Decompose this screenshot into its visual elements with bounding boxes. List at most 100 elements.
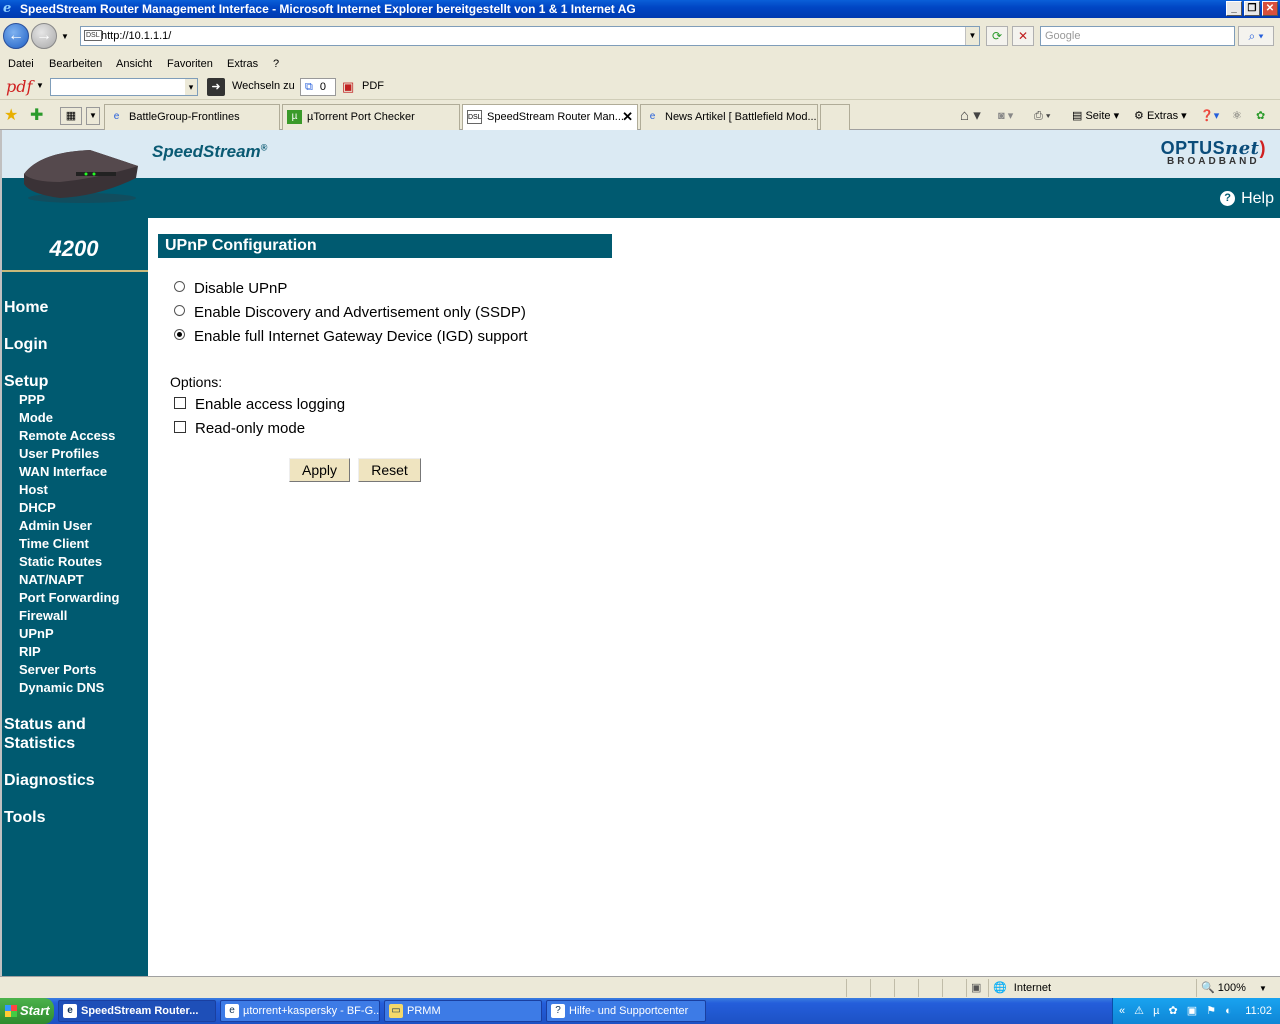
menu-datei[interactable]: Datei [8,58,34,70]
menu-bar: Datei Bearbeiten Ansicht Favoriten Extra… [0,54,1280,74]
router-image [24,150,138,203]
nav-admin-user[interactable]: Admin User [19,518,92,533]
nav-server-ports[interactable]: Server Ports [19,662,96,677]
maximize-button[interactable]: ❐ [1244,1,1260,16]
folder-icon: ▭ [389,1004,403,1018]
tab-battlegroup[interactable]: e BattleGroup-Frontlines [104,104,280,130]
zoom-dropdown-icon: ▼ [1258,984,1267,993]
pdf-select[interactable] [50,78,198,96]
tab-news-artikel[interactable]: e News Artikel [ Battlefield Mod... [640,104,818,130]
back-button[interactable]: ← [3,23,29,49]
pdf-dropdown-icon[interactable]: ▼ [36,81,44,90]
apply-button[interactable]: Apply [289,458,350,482]
nav-ppp[interactable]: PPP [19,392,45,407]
nav-port-forwarding[interactable]: Port Forwarding [19,590,119,605]
nav-diagnostics[interactable]: Diagnostics [4,771,95,790]
nav-host[interactable]: Host [19,482,48,497]
tray-icons[interactable]: « ⚠ µ ✿ ▣ ⚑ ◐ [1119,998,1235,1024]
menu-favoriten[interactable]: Favoriten [167,58,213,70]
pdf-toolbar: pdf ▼ ➜ Wechseln zu ⧉ 0 ▣ PDF [0,74,1280,100]
feeds-icon[interactable]: ◙ ▾ [998,107,1013,125]
close-window-button[interactable]: ✕ [1262,1,1278,16]
ie-icon: e [63,1004,77,1018]
nav-login[interactable]: Login [4,335,48,354]
new-tab-button[interactable] [820,104,850,130]
menu-bearbeiten[interactable]: Bearbeiten [49,58,102,70]
pdf-label[interactable]: PDF [362,80,384,92]
menu-ansicht[interactable]: Ansicht [116,58,152,70]
start-button[interactable]: Start [0,998,54,1024]
add-favorite-icon[interactable]: ✚ [30,105,43,125]
window-count-box[interactable]: ⧉ 0 [300,78,336,96]
nav-wan-interface[interactable]: WAN Interface [19,464,107,479]
address-bar[interactable]: DSL http://10.1.1.1/ ▼ [80,26,980,46]
stop-icon[interactable]: ✕ [1012,26,1034,46]
tools-menu-label: Extras [1146,110,1179,122]
radio-button[interactable] [174,281,185,292]
nav-time-client[interactable]: Time Client [19,536,89,551]
go-label[interactable]: Wechseln zu [232,80,295,92]
search-button-icon[interactable]: ⌕ ▾ [1238,26,1274,46]
history-dropdown-icon[interactable]: ▼ [61,32,69,41]
tab-list-dropdown-icon[interactable]: ▼ [86,107,100,125]
task-label: SpeedStream Router... [81,1005,199,1017]
checkbox[interactable] [174,397,186,409]
task-speedstream[interactable]: e SpeedStream Router... [58,1000,216,1022]
ie-icon: e [225,1004,239,1018]
home-icon[interactable]: ⌂ ▾ [960,107,981,125]
help-link[interactable]: ? Help [1220,190,1274,208]
radio-button[interactable] [174,305,185,316]
nav-nat-napt[interactable]: NAT/NAPT [19,572,84,587]
security-zone[interactable]: 🌐 Internet [988,979,1192,997]
close-tab-icon[interactable]: ✕ [622,105,633,129]
menu-extras[interactable]: Extras [227,58,258,70]
messenger-icon[interactable]: ✿ [1256,107,1265,125]
task-hilfe-supportcenter[interactable]: ? Hilfe- und Supportcenter [546,1000,706,1022]
nav-home[interactable]: Home [4,298,48,317]
nav-tools[interactable]: Tools [4,808,45,827]
nav-mode[interactable]: Mode [19,410,53,425]
radio-ssdp-only[interactable]: Enable Discovery and Advertisement only … [174,303,526,323]
status-cell [846,979,870,997]
reset-button[interactable]: Reset [358,458,421,482]
go-arrow-icon[interactable]: ➜ [207,78,225,96]
nav-firewall[interactable]: Firewall [19,608,67,623]
quick-tabs-icon[interactable]: ▦ [60,107,82,125]
checkbox-read-only[interactable]: Read-only mode [174,419,305,439]
radio-label: Disable UPnP [194,280,288,297]
nav-upnp[interactable]: UPnP [19,626,54,641]
minimize-button[interactable]: _ [1226,1,1242,16]
window-count: 0 [319,81,327,93]
nav-remote-access[interactable]: Remote Access [19,428,115,443]
nav-user-profiles[interactable]: User Profiles [19,446,99,461]
print-icon[interactable]: ⎙ ▾ [1034,107,1050,125]
nav-status-and-statistics[interactable]: Status and Statistics [4,715,104,753]
page-menu[interactable]: ▤ Seite ▾ [1072,107,1119,125]
checkbox-access-logging[interactable]: Enable access logging [174,395,345,415]
tab-utorrent-port-checker[interactable]: µ µTorrent Port Checker [282,104,460,130]
checkbox[interactable] [174,421,186,433]
task-prmm[interactable]: ▭ PRMM [384,1000,542,1022]
nav-dynamic-dns[interactable]: Dynamic DNS [19,680,104,695]
radio-button-selected[interactable] [174,329,185,340]
address-dropdown-icon[interactable]: ▼ [965,27,979,45]
status-cell [894,979,918,997]
nav-dhcp[interactable]: DHCP [19,500,56,515]
nav-static-routes[interactable]: Static Routes [19,554,102,569]
menu-help[interactable]: ? [273,58,279,70]
zoom-control[interactable]: 🔍 100% ▼ [1196,979,1274,997]
refresh-icon[interactable]: ⟳ [986,26,1008,46]
nav-setup[interactable]: Setup [4,372,48,391]
favorites-star-icon[interactable]: ★ [4,105,18,125]
search-input[interactable]: Google [1040,26,1235,46]
pdf-logo[interactable]: pdf [6,77,32,96]
research-icon[interactable]: ⚛ [1232,107,1242,125]
tab-speedstream[interactable]: DSL SpeedStream Router Man... ✕ [462,104,638,130]
radio-full-igd[interactable]: Enable full Internet Gateway Device (IGD… [174,327,528,347]
tools-menu[interactable]: ⚙ Extras ▾ [1134,107,1187,125]
nav-rip[interactable]: RIP [19,644,41,659]
help-menu-icon[interactable]: ❓▾ [1200,107,1219,125]
task-utorrent-kaspersky[interactable]: e µtorrent+kaspersky - BF-G... [220,1000,380,1022]
radio-disable-upnp[interactable]: Disable UPnP [174,279,287,299]
forward-button[interactable]: → [31,23,57,49]
